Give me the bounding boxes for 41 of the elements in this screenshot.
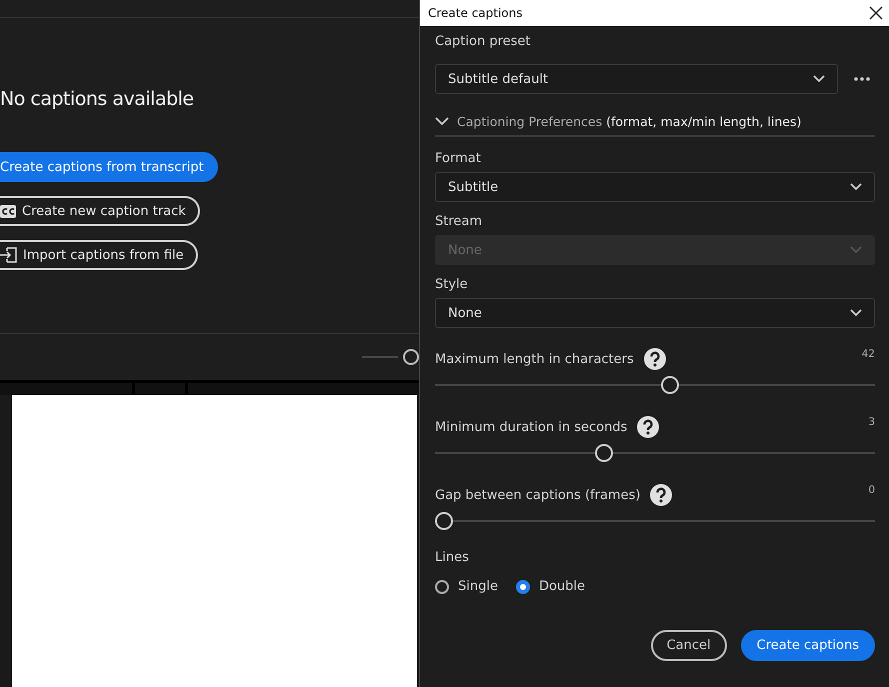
radio-icon[interactable] [435, 580, 449, 594]
dialog-title: Create captions [428, 6, 522, 20]
chevron-icon [850, 246, 862, 254]
chevron-icon [813, 75, 825, 83]
field-label: Lines [435, 550, 470, 565]
chevron-icon [850, 309, 862, 317]
radio-icon[interactable] [516, 580, 530, 594]
field-label: Stream [435, 214, 484, 229]
radio-option[interactable]: Single [435, 579, 498, 594]
slider-label: Maximum length in characters [435, 352, 634, 366]
cancel-button[interactable]: Cancel [650, 630, 727, 661]
field-label: Style [435, 277, 469, 292]
field-label: Caption preset [435, 34, 532, 49]
action-button[interactable]: Import captions from file [0, 240, 198, 270]
zoom-slider-drawing[interactable] [362, 348, 419, 366]
action-button[interactable]: Create new caption track [0, 196, 200, 226]
slider-thumb[interactable] [435, 512, 453, 530]
slider-value: 0 [868, 484, 875, 496]
import-icon [0, 247, 17, 263]
slider-thumb[interactable] [661, 376, 680, 394]
field-label: Format [435, 151, 482, 166]
slider-value: 3 [868, 416, 875, 428]
close-icon[interactable] [869, 6, 883, 20]
section-title[interactable]: Captioning Preferences (format, max/min length, lines) [457, 114, 802, 129]
slider-label: Gap between captions (frames) [435, 488, 640, 502]
slider-value: 42 [862, 348, 875, 360]
help-icon[interactable] [637, 416, 660, 438]
chevron-icon[interactable] [435, 117, 449, 126]
slider-thumb[interactable] [595, 444, 614, 462]
empty-message: No captions available [0, 88, 194, 110]
more-icon[interactable] [854, 77, 870, 81]
action-button[interactable]: Create captions from transcript [0, 152, 218, 182]
preset-dropdown[interactable]: Subtitle default [435, 64, 838, 94]
chevron-icon [850, 183, 862, 191]
slider-label: Minimum duration in seconds [435, 420, 628, 434]
dropdown[interactable]: None [435, 298, 875, 328]
help-icon[interactable] [644, 348, 666, 370]
create-button[interactable]: Create captions [740, 630, 875, 661]
dropdown[interactable]: Subtitle [435, 172, 875, 202]
help-icon[interactable] [650, 484, 672, 506]
radio-option[interactable]: Double [516, 579, 586, 594]
